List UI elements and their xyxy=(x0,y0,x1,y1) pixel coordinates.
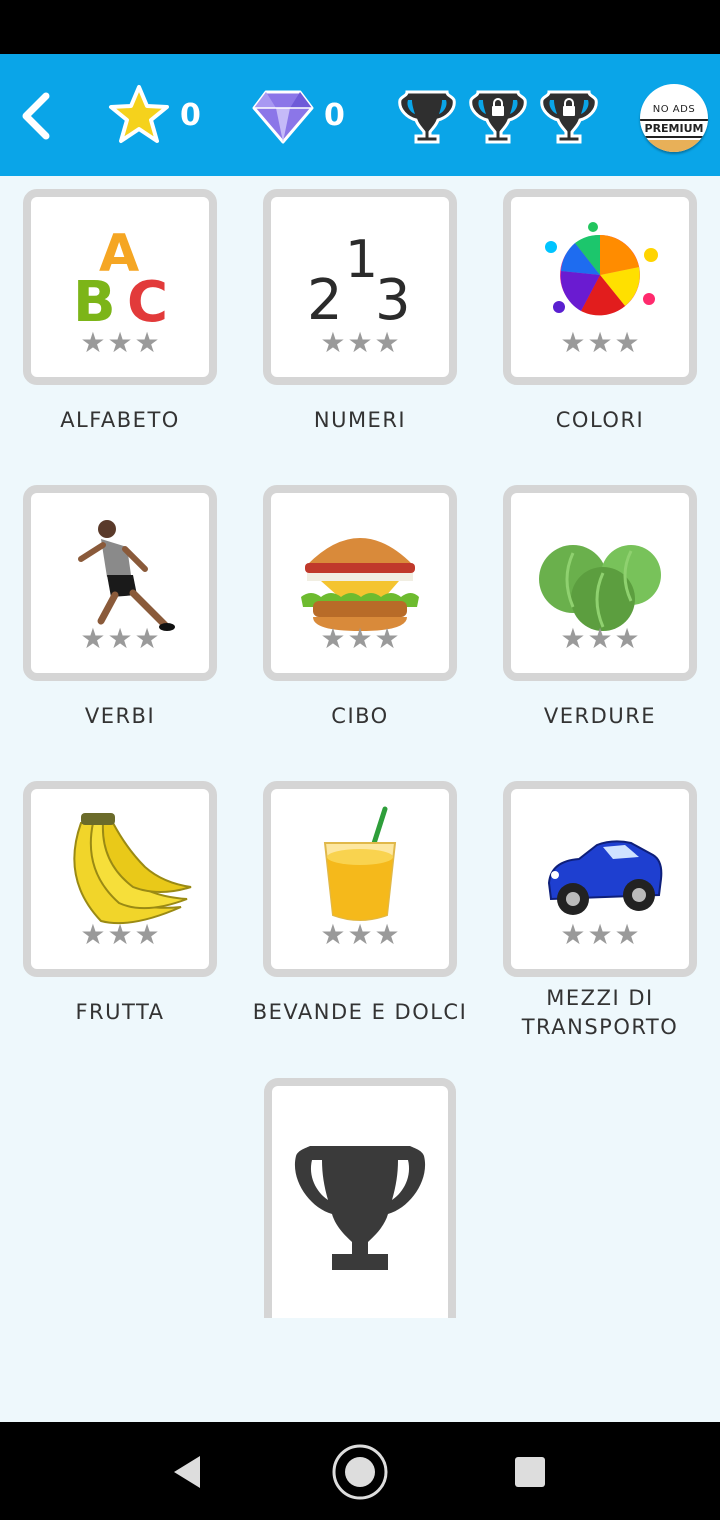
back-button[interactable] xyxy=(14,86,60,146)
category-card-cibo[interactable]: ★ ★ ★ xyxy=(263,485,457,681)
star-rating: ★ ★ ★ xyxy=(80,918,160,951)
category-label: NUMERI xyxy=(313,408,407,432)
category-card-frutta[interactable]: ★ ★ ★ xyxy=(23,781,217,977)
top-bar: 0 0 NO ADS PREMIUM xyxy=(0,54,720,176)
gems-counter: 0 xyxy=(252,84,345,146)
status-bar xyxy=(0,0,720,54)
svg-text:3: 3 xyxy=(375,268,411,333)
trophy-lock-icon xyxy=(469,90,527,144)
star-rating: ★ ★ ★ xyxy=(80,326,160,359)
category-card-verdure[interactable]: ★ ★ ★ xyxy=(503,485,697,681)
category-card-numeri[interactable]: 2 1 3 ★ ★ ★ xyxy=(263,189,457,385)
category-card-verbi[interactable]: ★ ★ ★ xyxy=(23,485,217,681)
category-card-colori[interactable]: ★ ★ ★ xyxy=(503,189,697,385)
category-label: FRUTTA xyxy=(75,1000,165,1024)
category-card-alfabeto[interactable]: A B C ★ ★ ★ xyxy=(23,189,217,385)
svg-text:1: 1 xyxy=(345,230,378,290)
star-rating: ★ ★ ★ xyxy=(560,622,640,655)
svg-text:2: 2 xyxy=(307,268,343,333)
star-rating: ★ ★ ★ xyxy=(560,918,640,951)
chevron-left-icon xyxy=(22,92,50,140)
stars-count: 0 xyxy=(180,97,201,133)
star-rating: ★ ★ ★ xyxy=(560,326,640,359)
star-rating: ★ ★ ★ xyxy=(80,622,160,655)
star-icon xyxy=(109,85,169,143)
category-label: BEVANDE E DOLCI xyxy=(252,1000,468,1024)
category-card-mezzi-di-transporto[interactable]: ★ ★ ★ xyxy=(503,781,697,977)
category-label: MEZZI DI TRANSPORTO xyxy=(521,986,679,1039)
star-rating: ★ ★ ★ xyxy=(320,918,400,951)
premium-button[interactable]: NO ADS PREMIUM xyxy=(640,84,708,152)
star-rating: ★ ★ ★ xyxy=(320,326,400,359)
final-trophy-card[interactable] xyxy=(264,1078,456,1318)
category-label: ALFABETO xyxy=(60,408,180,432)
premium-badge-rim xyxy=(640,140,708,152)
trophy-icon xyxy=(398,90,456,144)
category-card-bevande-e-dolci[interactable]: ★ ★ ★ xyxy=(263,781,457,977)
stars-counter: 0 xyxy=(108,84,201,146)
category-label: VERDURE xyxy=(543,704,657,728)
trophy-lock-icon xyxy=(540,90,598,144)
category-grid: A B C ★★★ ALFABETO 2 1 3 ★★★ NUMERI xyxy=(0,176,720,1422)
nav-recents-icon[interactable] xyxy=(514,1456,546,1488)
system-nav-bar xyxy=(0,1422,720,1520)
premium-no-ads-text: NO ADS xyxy=(652,104,696,115)
nav-back-icon[interactable] xyxy=(170,1454,206,1490)
premium-label: PREMIUM xyxy=(640,119,708,138)
gems-count: 0 xyxy=(324,97,345,133)
category-label: CIBO xyxy=(331,704,389,728)
nav-home-icon[interactable] xyxy=(330,1442,390,1502)
category-label: VERBI xyxy=(84,704,156,728)
trophy-icon xyxy=(294,1146,426,1270)
diamond-icon xyxy=(252,90,314,144)
category-label: COLORI xyxy=(555,408,645,432)
star-rating: ★ ★ ★ xyxy=(320,622,400,655)
